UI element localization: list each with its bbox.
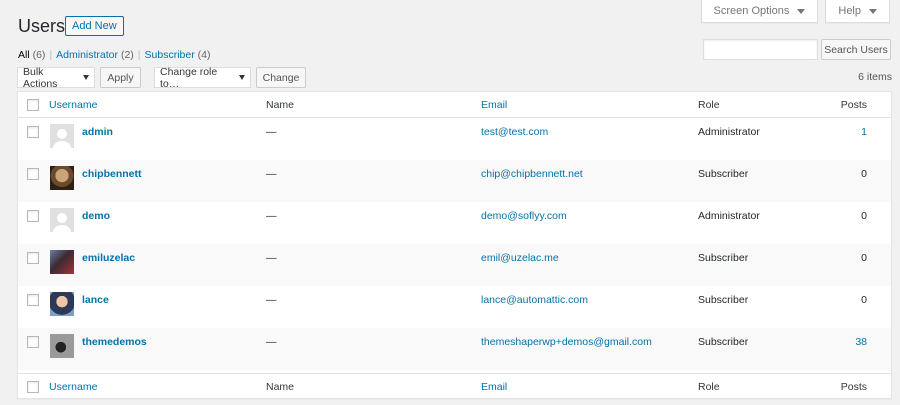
filter-separator: | [49, 49, 53, 61]
role-cell: Subscriber [698, 168, 749, 180]
column-username-header[interactable]: Username [49, 99, 97, 111]
users-table: Username Name Email Role Posts admin — t… [17, 91, 892, 399]
name-cell: — [266, 252, 277, 264]
column-posts-footer[interactable]: Posts [841, 381, 867, 393]
avatar [50, 124, 74, 148]
items-count: 6 items [858, 71, 892, 83]
column-email-footer[interactable]: Email [481, 381, 507, 393]
table-row: lance — lance@automattic.com Subscriber … [18, 286, 891, 328]
posts-count: 0 [861, 210, 867, 222]
username-link[interactable]: themedemos [82, 336, 147, 348]
name-cell: — [266, 336, 277, 348]
table-row: demo — demo@soflyy.com Administrator 0 [18, 202, 891, 244]
row-checkbox[interactable] [27, 252, 39, 264]
bulk-actions-select[interactable]: Bulk Actions [17, 65, 95, 90]
email-link[interactable]: demo@soflyy.com [481, 210, 567, 222]
posts-count: 0 [861, 168, 867, 180]
role-cell: Subscriber [698, 252, 749, 264]
column-username-footer[interactable]: Username [49, 381, 97, 393]
posts-count-link[interactable]: 1 [861, 126, 867, 138]
filter-all-count: (6) [32, 49, 46, 61]
name-cell: — [266, 294, 277, 306]
filter-subscriber-label: Subscriber [144, 49, 195, 61]
screen-options-tab[interactable]: Screen Options [700, 0, 819, 23]
filter-all[interactable]: All (6) [18, 49, 45, 61]
column-email-header[interactable]: Email [481, 99, 507, 111]
filter-separator: | [137, 49, 141, 61]
chevron-down-icon [869, 8, 877, 14]
table-row: chipbennett — chip@chipbennett.net Subsc… [18, 160, 891, 202]
table-row: themedemos — themeshaperwp+demos@gmail.c… [18, 328, 891, 370]
email-link[interactable]: lance@automattic.com [481, 294, 588, 306]
search-input[interactable] [703, 39, 818, 60]
screen-meta-links: Screen Options Help [700, 0, 890, 23]
avatar [50, 208, 74, 232]
row-checkbox[interactable] [27, 168, 39, 180]
table-header-row: Username Name Email Role Posts [18, 92, 891, 118]
column-role-header: Role [698, 99, 720, 111]
name-cell: — [266, 126, 277, 138]
role-cell: Administrator [698, 126, 760, 138]
row-checkbox[interactable] [27, 210, 39, 222]
search-users-button[interactable]: Search Users [821, 39, 891, 60]
change-role-select[interactable]: Change role to… [154, 65, 251, 90]
avatar [50, 250, 74, 274]
avatar [50, 292, 74, 316]
row-checkbox[interactable] [27, 126, 39, 138]
add-new-button[interactable]: Add New [65, 16, 124, 36]
apply-button[interactable]: Apply [100, 67, 141, 88]
screen-options-label: Screen Options [713, 5, 790, 17]
name-cell: — [266, 210, 277, 222]
filter-administrator-count: (2) [120, 49, 134, 61]
email-link[interactable]: emil@uzelac.me [481, 252, 559, 264]
page-title: Users [18, 16, 66, 36]
change-button[interactable]: Change [256, 67, 306, 88]
column-name-footer: Name [266, 381, 295, 393]
table-row: admin — test@test.com Administrator 1 [18, 118, 891, 160]
filter-administrator-label: Administrator [56, 49, 119, 61]
column-name-header: Name [266, 99, 295, 111]
chevron-down-icon [83, 75, 89, 80]
username-link[interactable]: lance [82, 294, 109, 306]
email-link[interactable]: test@test.com [481, 126, 548, 138]
avatar [50, 166, 74, 190]
row-checkbox[interactable] [27, 294, 39, 306]
username-link[interactable]: chipbennett [82, 168, 142, 180]
role-filters: All (6) | Administrator (2) | Subscriber… [18, 49, 211, 61]
posts-count-link[interactable]: 38 [855, 336, 867, 348]
avatar [50, 334, 74, 358]
role-cell: Administrator [698, 210, 760, 222]
chevron-down-icon [797, 8, 806, 14]
help-tab[interactable]: Help [825, 0, 890, 23]
username-link[interactable]: emiluzelac [82, 252, 135, 264]
chevron-down-icon [239, 75, 245, 80]
email-link[interactable]: chip@chipbennett.net [481, 168, 583, 180]
select-all-checkbox[interactable] [27, 381, 39, 393]
select-all-checkbox[interactable] [27, 99, 39, 111]
role-cell: Subscriber [698, 294, 749, 306]
row-checkbox[interactable] [27, 336, 39, 348]
username-link[interactable]: demo [82, 210, 110, 222]
filter-subscriber-count: (4) [197, 49, 211, 61]
posts-count: 0 [861, 294, 867, 306]
role-cell: Subscriber [698, 336, 749, 348]
username-link[interactable]: admin [82, 126, 113, 138]
column-posts-header[interactable]: Posts [841, 99, 867, 111]
posts-count: 0 [861, 252, 867, 264]
name-cell: — [266, 168, 277, 180]
filter-subscriber[interactable]: Subscriber (4) [145, 49, 211, 61]
bulk-actions-value: Bulk Actions [23, 65, 58, 90]
table-row: emiluzelac — emil@uzelac.me Subscriber 0 [18, 244, 891, 286]
help-label: Help [838, 5, 861, 17]
table-footer-row: Username Name Email Role Posts [18, 373, 891, 399]
filter-administrator[interactable]: Administrator (2) [56, 49, 134, 61]
change-role-value: Change role to… [160, 65, 218, 90]
email-link[interactable]: themeshaperwp+demos@gmail.com [481, 336, 652, 348]
column-role-footer: Role [698, 381, 720, 393]
filter-all-label: All [18, 49, 30, 61]
